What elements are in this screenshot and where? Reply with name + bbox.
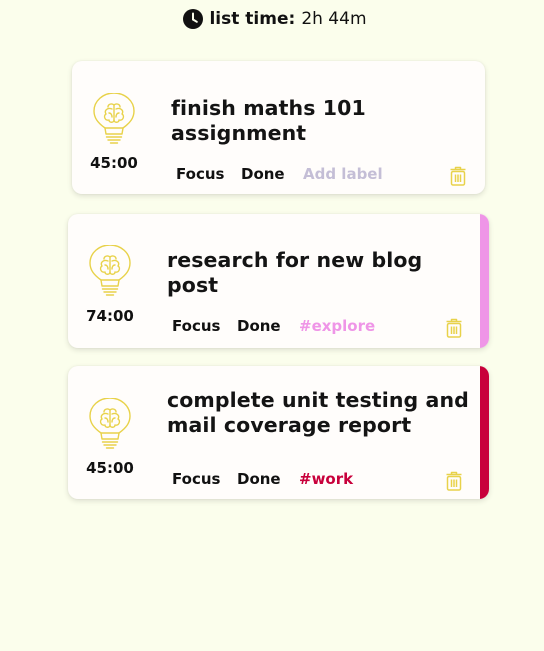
tag-label[interactable]: #explore [299,317,375,335]
task-timer: 45:00 [90,154,138,172]
task-card: 45:00 complete unit testing and mail cov… [68,366,489,499]
trash-icon[interactable] [445,471,463,491]
trash-icon[interactable] [445,318,463,338]
task-title-line: mail coverage report [167,413,412,437]
list-time-label: list time: [209,9,296,29]
task-title: complete unit testing and mail coverage … [167,388,473,438]
done-button[interactable]: Done [237,470,281,488]
lightbulb-brain-icon[interactable] [92,92,136,147]
lightbulb-brain-icon[interactable] [88,397,132,452]
lightbulb-brain-icon[interactable] [88,244,132,299]
list-time-value: 2h 44m [301,9,367,29]
tag-label[interactable]: #work [299,470,353,488]
focus-button[interactable]: Focus [172,317,220,335]
task-card: 74:00 research for new blog post Focus D… [68,214,489,348]
clock-icon [183,9,204,29]
task-timer: 45:00 [86,459,134,477]
task-title-line: finish maths 101 assignment [171,96,366,145]
task-title: research for new blog post [167,248,473,298]
done-button[interactable]: Done [237,317,281,335]
done-button[interactable]: Done [241,165,285,183]
task-title-line: research for new blog post [167,248,423,297]
focus-button[interactable]: Focus [176,165,224,183]
task-title: finish maths 101 assignment [171,96,477,146]
task-color-bar [480,366,489,499]
task-timer: 74:00 [86,307,134,325]
focus-button[interactable]: Focus [172,470,220,488]
task-title-line: complete unit testing and [167,388,469,412]
task-card: 45:00 finish maths 101 assignment Focus … [72,61,485,194]
task-color-bar [480,214,489,348]
list-time-header: list time: 2h 44m [0,6,544,32]
trash-icon[interactable] [449,166,467,186]
add-label-button[interactable]: Add label [303,165,383,183]
